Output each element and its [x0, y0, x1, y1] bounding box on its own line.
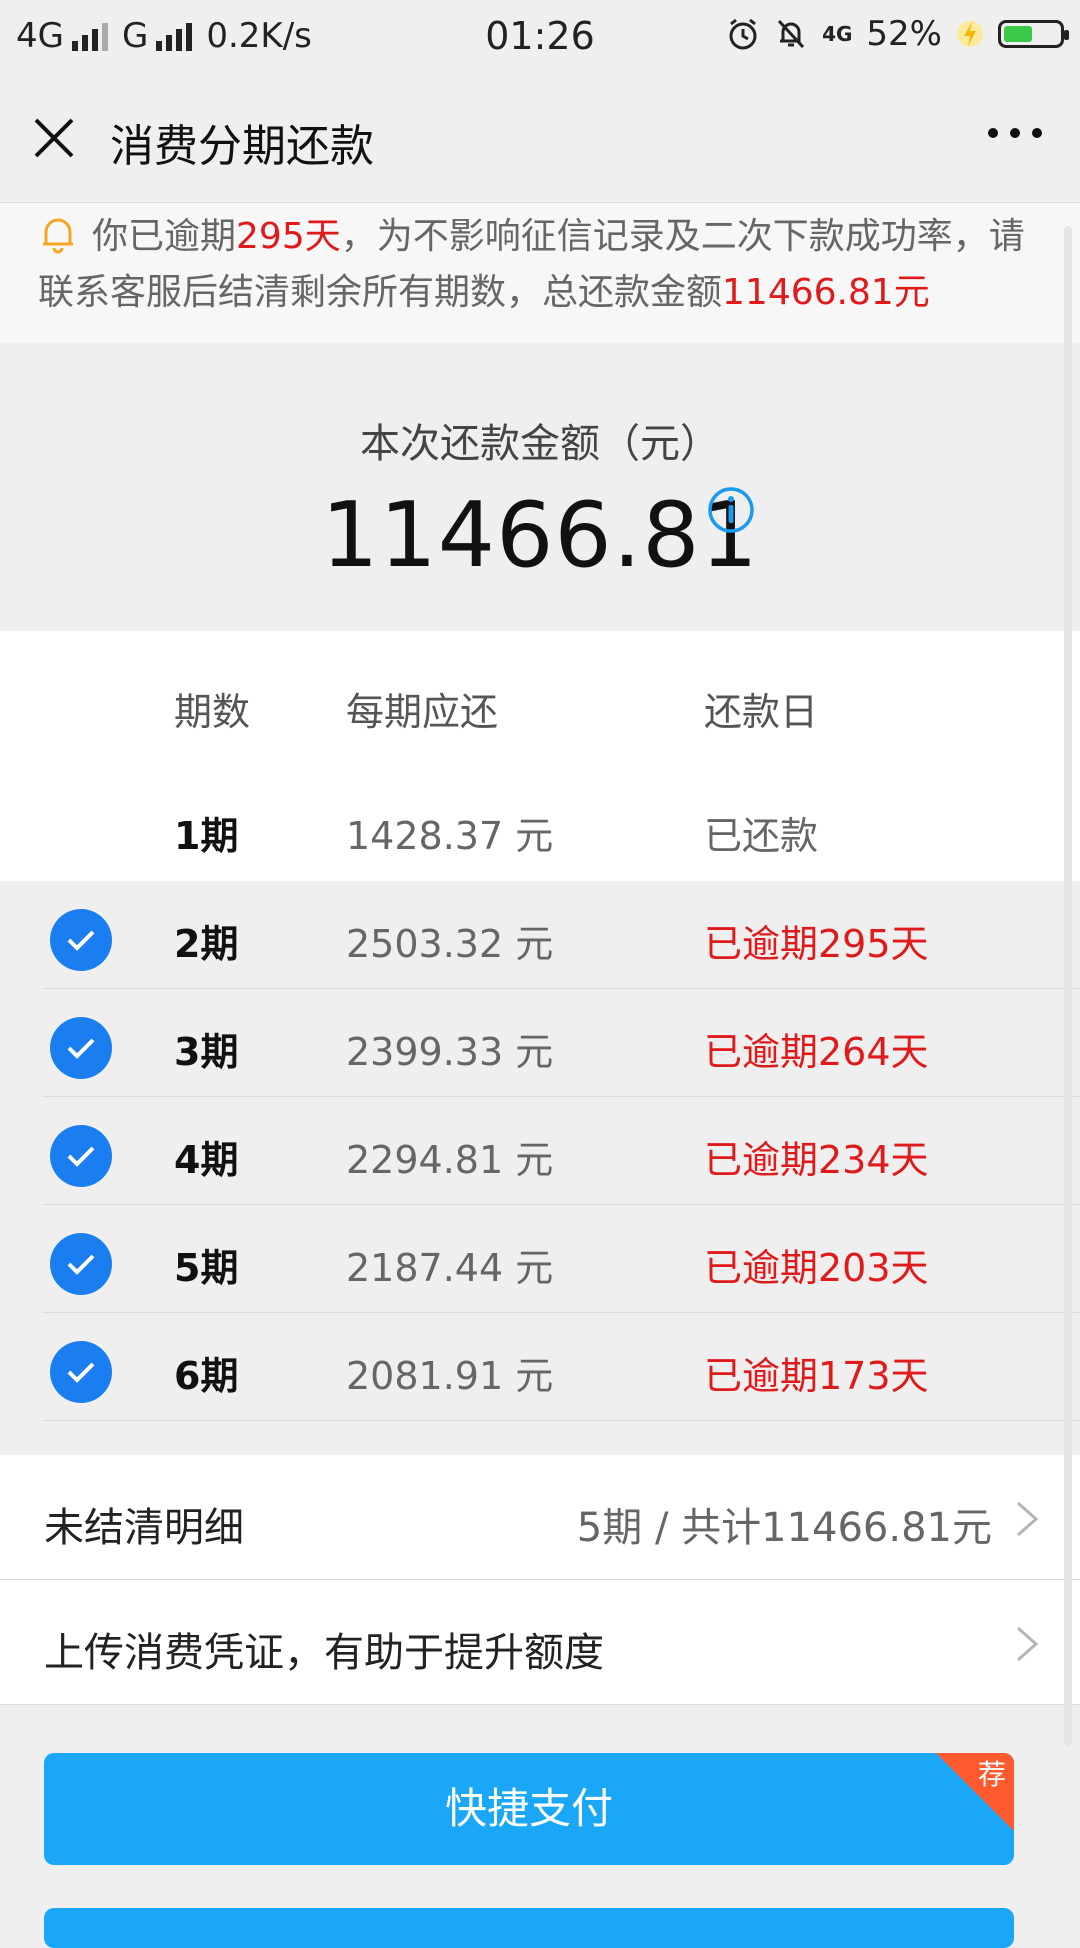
- divider: [42, 1420, 1080, 1421]
- row-amount: 2399.33 元: [346, 1030, 554, 1074]
- row-period: 2期: [174, 922, 239, 966]
- quick-pay-label: 快捷支付: [444, 1784, 613, 1833]
- row-status: 已逾期173天: [704, 1354, 929, 1398]
- row-status: 已还款: [704, 814, 819, 858]
- unsettled-value: 5期 / 共计11466.81元: [576, 1505, 992, 1551]
- network-badge: 4G: [822, 22, 853, 46]
- header-amount: 每期应还: [346, 690, 499, 734]
- amount-label: 本次还款金额（元）: [360, 421, 720, 467]
- alarm-icon: [729, 18, 757, 50]
- table-row[interactable]: 3期 2399.33 元 已逾期264天: [0, 989, 1080, 1097]
- mute-icon: [777, 19, 805, 49]
- secondary-button[interactable]: [44, 1908, 1014, 1948]
- bell-icon: [43, 218, 73, 254]
- upload-label: 上传消费凭证，有助于提升额度: [44, 1630, 604, 1676]
- row-amount: 2187.44 元: [346, 1246, 554, 1290]
- check-icon: [67, 1362, 95, 1383]
- battery-icon: [998, 20, 1069, 48]
- notice-total: 11466.81元: [722, 272, 930, 313]
- scrollbar[interactable]: [1064, 226, 1072, 1746]
- unsettled-detail-item[interactable]: 未结清明细 5期 / 共计11466.81元: [0, 1455, 1080, 1580]
- status-bar: 4G G 0.2K/s 01:26 4G 52%: [0, 0, 1080, 78]
- check-icon: [67, 930, 95, 951]
- notice-prefix: 你已逾期: [92, 216, 237, 257]
- chevron-right-icon: [1017, 1626, 1039, 1662]
- table-row: 1期 1428.37 元 已还款: [0, 773, 1080, 881]
- repayment-amount-section: 本次还款金额（元） 11466.81: [0, 343, 1080, 631]
- header-period: 期数: [174, 690, 251, 734]
- row-amount: 1428.37 元: [346, 814, 554, 858]
- row-status: 已逾期264天: [704, 1030, 929, 1074]
- unsettled-label: 未结清明细: [44, 1505, 244, 1551]
- upload-voucher-item[interactable]: 上传消费凭证，有助于提升额度: [0, 1580, 1080, 1705]
- battery-level: [1004, 26, 1033, 42]
- checkbox-checked[interactable]: [50, 1341, 112, 1403]
- overdue-notice: 你已逾期295天，为不影响征信记录及二次下款成功率，请联系客服后结清剩余所有期数…: [0, 203, 1080, 343]
- nav-bar: 消费分期还款: [0, 78, 1080, 203]
- battery-percent: 52%: [866, 14, 942, 54]
- status-right: 4G 52%: [726, 14, 1069, 54]
- row-period: 4期: [174, 1138, 239, 1182]
- detail-list: 未结清明细 5期 / 共计11466.81元 上传消费凭证，有助于提升额度: [0, 1455, 1080, 1705]
- row-amount: 2503.32 元: [346, 922, 554, 966]
- installment-table-header: 期数 每期应还 还款日: [0, 631, 1080, 774]
- header-due: 还款日: [704, 690, 819, 734]
- row-amount: 2081.91 元: [346, 1354, 554, 1398]
- check-icon: [67, 1038, 95, 1059]
- quick-pay-button[interactable]: 快捷支付 荐: [44, 1753, 1014, 1865]
- row-status: 已逾期234天: [704, 1138, 929, 1182]
- checkbox-checked[interactable]: [50, 1017, 112, 1079]
- checkbox-checked[interactable]: [50, 1233, 112, 1295]
- page-title: 消费分期还款: [110, 121, 374, 172]
- checkbox-checked[interactable]: [50, 909, 112, 971]
- notice-text: 你已逾期295天，为不影响征信记录及二次下款成功率，请联系客服后结清剩余所有期数…: [38, 209, 1048, 321]
- charging-icon: [957, 21, 983, 47]
- table-row[interactable]: 5期 2187.44 元 已逾期203天: [0, 1205, 1080, 1313]
- check-icon: [67, 1146, 95, 1167]
- recommend-badge: 荐: [977, 1758, 1006, 1791]
- table-row[interactable]: 4期 2294.81 元 已逾期234天: [0, 1097, 1080, 1205]
- row-period: 1期: [174, 814, 239, 858]
- check-icon: [67, 1254, 95, 1275]
- amount-value: 11466.81: [321, 483, 759, 588]
- table-row[interactable]: 2期 2503.32 元 已逾期295天: [0, 881, 1080, 989]
- row-status: 已逾期203天: [704, 1246, 929, 1290]
- row-period: 5期: [174, 1246, 239, 1290]
- row-status: 已逾期295天: [704, 922, 929, 966]
- checkbox-checked[interactable]: [50, 1125, 112, 1187]
- chevron-right-icon: [1017, 1501, 1039, 1537]
- row-period: 6期: [174, 1354, 239, 1398]
- more-icon[interactable]: [988, 128, 1042, 138]
- row-amount: 2294.81 元: [346, 1138, 554, 1182]
- notice-overdue-days: 295天: [236, 216, 341, 257]
- close-icon[interactable]: [28, 112, 80, 164]
- info-icon[interactable]: [706, 485, 756, 535]
- table-row[interactable]: 6期 2081.91 元 已逾期173天: [0, 1313, 1080, 1421]
- row-period: 3期: [174, 1030, 239, 1074]
